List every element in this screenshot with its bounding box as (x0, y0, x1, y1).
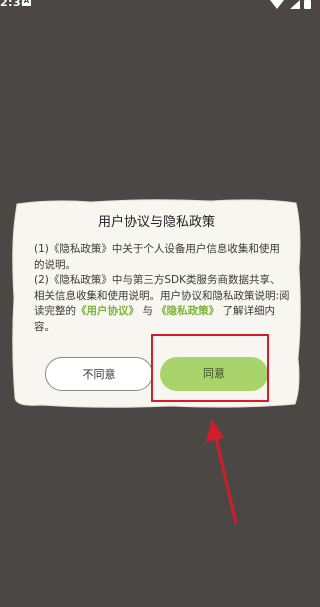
annotation-arrow-icon (206, 419, 238, 524)
